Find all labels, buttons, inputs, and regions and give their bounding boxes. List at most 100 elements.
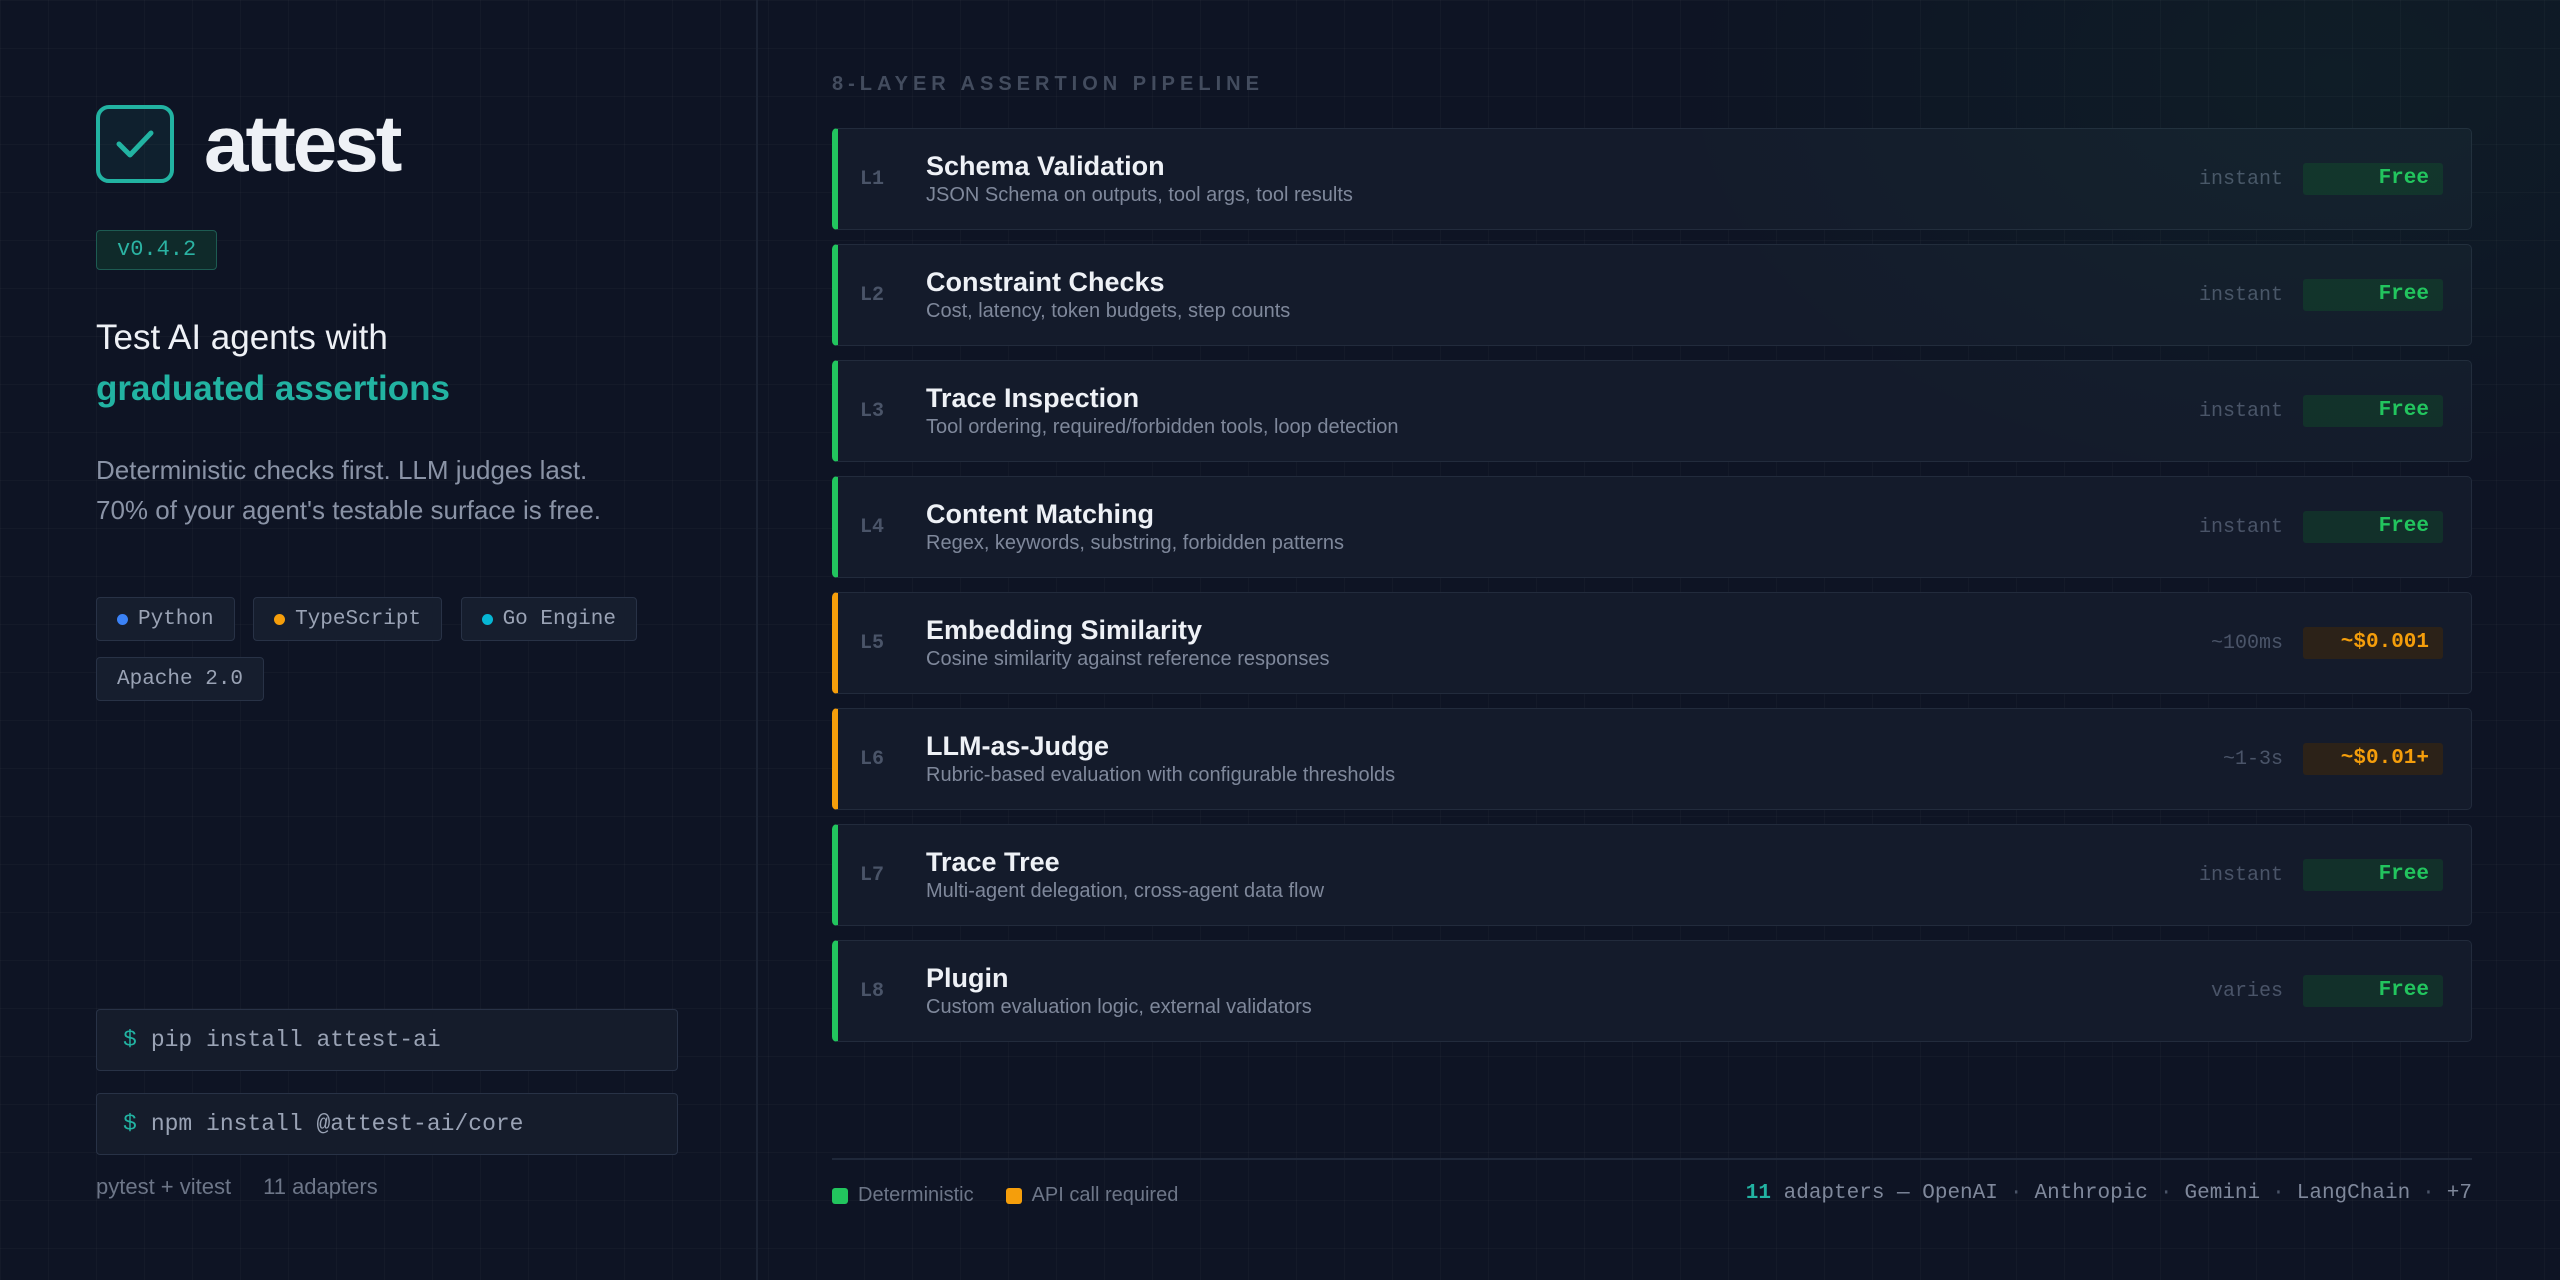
deterministic-swatch-icon [832,1187,848,1204]
adapter-more: +7 [2446,1182,2472,1205]
layer-speed: instant [2198,283,2283,307]
layer-id: L6 [860,747,885,771]
checkbox-icon [96,105,174,183]
brand-name: attest [204,99,402,188]
tag-python: Python [96,597,235,641]
layer-name: Schema Validation [926,151,1165,181]
prompt-symbol: $ [123,1027,137,1053]
layer-cost-badge: ~$0.01+ [2303,743,2443,775]
layer-info: Schema Validation JSON Schema on outputs… [926,150,2199,208]
go-dot-icon [481,613,493,625]
layer-info: Trace Inspection Tool ordering, required… [926,382,2199,440]
adapter-name: Anthropic [2034,1182,2148,1205]
layer-card-l1: L1 Schema Validation JSON Schema on outp… [832,128,2472,230]
typescript-dot-icon [274,613,286,625]
headline: Test AI agents with graduated assertions [96,312,450,414]
right-panel: 8-LAYER ASSERTION PIPELINE L1 Schema Val… [832,0,2472,1280]
layer-cost-badge: ~$0.001 [2303,627,2443,659]
layer-description: Rubric-based evaluation with configurabl… [926,764,1396,786]
layer-description: Tool ordering, required/forbidden tools,… [926,416,1399,438]
layer-description: Cost, latency, token budgets, step count… [926,300,1291,322]
tag-list: Python TypeScript Go Engine Apache 2.0 [96,597,696,717]
pip-install-command[interactable]: $ pip install attest-ai [96,1009,678,1071]
legend: Deterministic API call required [832,1184,1210,1207]
adapters-line: 11 adapters — OpenAI · Anthropic · Gemini · La… [1746,1182,2472,1205]
layer-name: Constraint Checks [926,267,1165,297]
layer-card-l7: L7 Trace Tree Multi-agent delegation, cr… [832,824,2472,926]
headline-line-2: graduated assertions [96,369,450,408]
layer-info: Plugin Custom evaluation logic, external… [926,962,2211,1020]
layer-info: Embedding Similarity Cosine similarity a… [926,614,2211,672]
layer-description: JSON Schema on outputs, tool args, tool … [926,184,1353,206]
adapters-count-label: 11 adapters [263,1174,378,1199]
layer-speed: instant [2198,863,2283,887]
layer-name: LLM-as-Judge [926,731,1110,761]
layer-card-l2: L2 Constraint Checks Cost, latency, toke… [832,244,2472,346]
npm-command-text: npm install @attest-ai/core [150,1111,524,1137]
layer-card-l5: L5 Embedding Similarity Cosine similarit… [832,592,2472,694]
layer-cost-badge: Free [2303,395,2443,427]
python-dot-icon [117,613,128,625]
pip-command-text: pip install attest-ai [150,1027,441,1053]
layer-info: LLM-as-Judge Rubric-based evaluation wit… [926,730,2223,788]
layer-name: Plugin [926,963,1009,993]
tag-label: TypeScript [295,607,422,631]
layer-id: L5 [860,631,885,655]
legend-label: Deterministic [858,1184,974,1206]
layer-id: L2 [860,283,885,307]
legend-item-api: API call required [1005,1184,1179,1207]
layer-cost-badge: Free [2303,859,2443,891]
layer-name: Content Matching [926,499,1154,529]
layer-name: Trace Tree [926,847,1060,877]
layer-description: Multi-agent delegation, cross-agent data… [926,880,1325,902]
adapters-label: adapters — [1783,1182,1910,1205]
description: Deterministic checks first. LLM judges l… [96,450,601,530]
layer-description: Cosine similarity against reference resp… [926,648,1330,670]
adapters-count: 11 [1745,1182,1771,1205]
layer-name: Embedding Similarity [926,615,1203,645]
adapter-name: Gemini [2184,1182,2261,1205]
layer-name: Trace Inspection [926,383,1140,413]
tag-label: Python [138,607,214,631]
layer-id: L4 [860,515,885,539]
layer-speed: instant [2198,515,2283,539]
layer-info: Constraint Checks Cost, latency, token b… [926,266,2199,324]
separator-dot: · [2272,1182,2285,1205]
layer-card-l6: L6 LLM-as-Judge Rubric-based evaluation … [832,708,2472,810]
npm-install-command[interactable]: $ npm install @attest-ai/core [96,1093,678,1155]
footer-left: pytest + vitest 11 adapters [96,1174,378,1200]
layer-speed: ~100ms [2210,631,2283,655]
tag-go-engine: Go Engine [460,597,637,641]
layer-speed: ~1-3s [2222,747,2283,771]
divider [832,1158,2472,1160]
adapter-name: OpenAI [1922,1182,1998,1205]
tag-label: Apache 2.0 [117,667,244,691]
separator-dot: · [2009,1182,2023,1205]
logo: attest [96,99,402,188]
layer-cost-badge: Free [2303,975,2443,1007]
version-badge: v0.4.2 [96,230,218,270]
tag-license: Apache 2.0 [96,657,265,701]
layer-id: L7 [860,863,885,887]
layer-speed: instant [2198,399,2283,423]
tag-typescript: TypeScript [253,597,443,641]
pipeline-layers: L1 Schema Validation JSON Schema on outp… [832,128,2472,1056]
pipeline-title: 8-LAYER ASSERTION PIPELINE [832,73,1264,95]
prompt-symbol: $ [123,1111,137,1137]
layer-info: Trace Tree Multi-agent delegation, cross… [926,846,2199,904]
adapter-name: LangChain [2296,1182,2411,1205]
layer-speed: varies [2210,979,2283,1003]
layer-id: L1 [860,167,885,191]
layer-cost-badge: Free [2303,163,2443,195]
frameworks-label: pytest + vitest [96,1174,232,1199]
api-swatch-icon [1005,1187,1022,1204]
description-line-1: Deterministic checks first. LLM judges l… [96,455,588,485]
separator-dot: · [2159,1182,2173,1205]
headline-line-1: Test AI agents with [96,318,388,357]
left-panel: attest v0.4.2 Test AI agents with gradua… [0,0,758,1280]
layer-cost-badge: Free [2303,511,2443,543]
legend-label: API call required [1031,1184,1179,1206]
layer-id: L3 [860,399,885,423]
layer-cost-badge: Free [2303,279,2443,311]
legend-item-deterministic: Deterministic [832,1184,974,1207]
